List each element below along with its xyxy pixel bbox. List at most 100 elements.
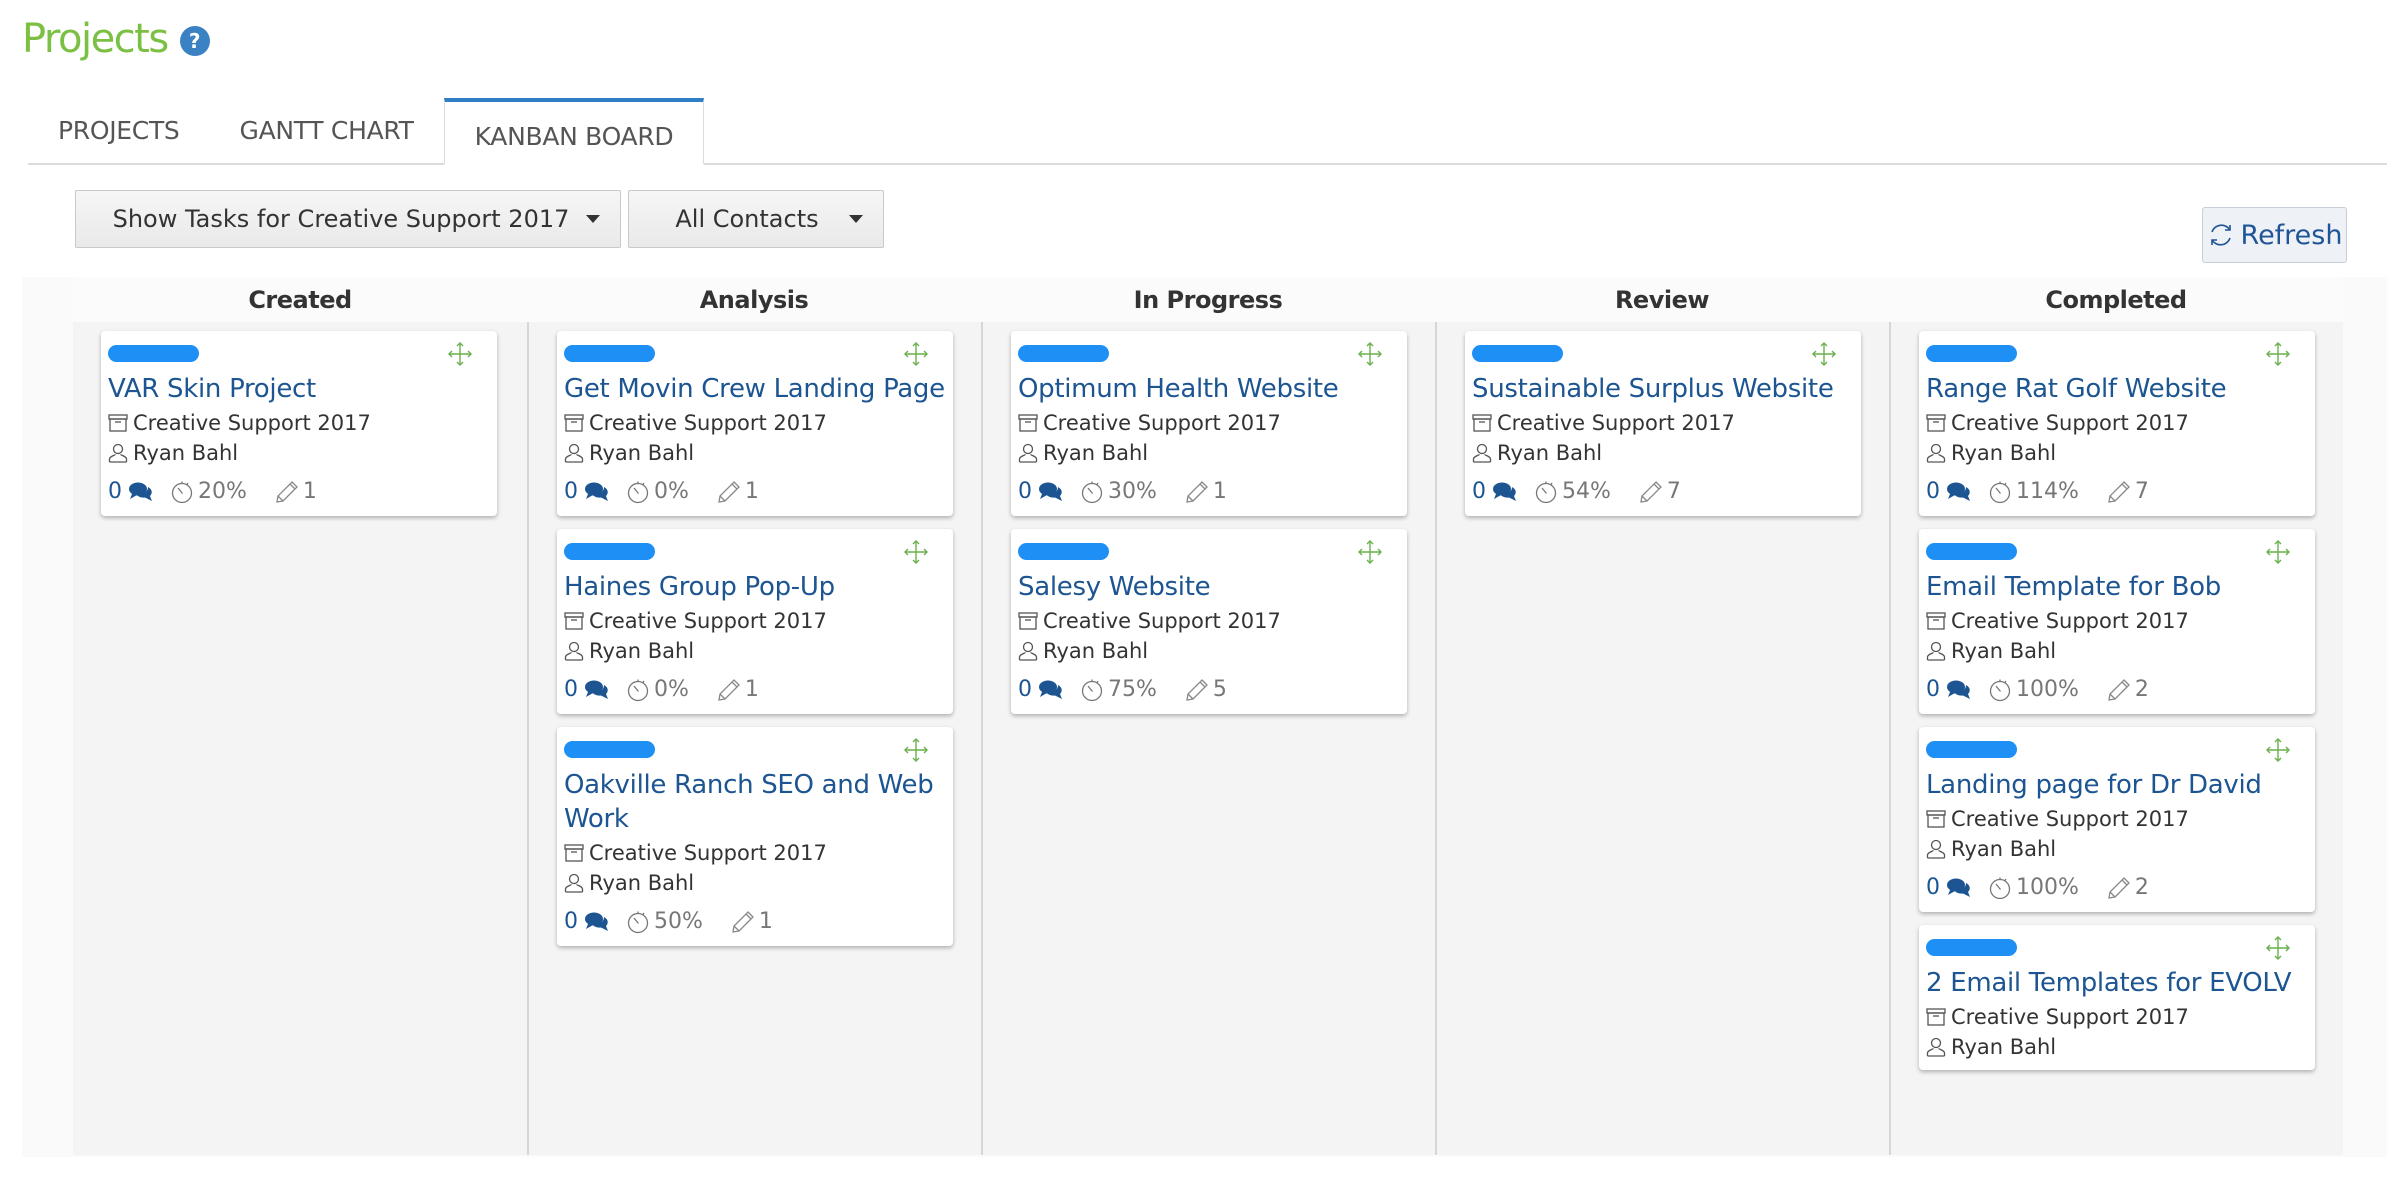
move-icon[interactable] (903, 737, 929, 763)
archive-box-icon (564, 414, 584, 432)
card-title-link[interactable]: Oakville Ranch SEO and Web Work (564, 768, 946, 836)
card-owner-name: Ryan Bahl (1951, 441, 2057, 465)
card-color-bar (108, 345, 199, 362)
stopwatch-icon (171, 481, 193, 504)
task-card[interactable]: Range Rat Golf Website Creative Support … (1919, 331, 2315, 516)
kanban-column-completed: Completed Range Rat Golf Website Creativ… (1889, 277, 2343, 1155)
task-card[interactable]: Landing page for Dr David Creative Suppo… (1919, 727, 2315, 912)
card-project-name: Creative Support 2017 (133, 411, 371, 435)
user-icon (564, 641, 584, 661)
card-title-link[interactable]: Get Movin Crew Landing Page (564, 372, 946, 406)
card-project: Creative Support 2017 (564, 410, 946, 436)
card-owner-name: Ryan Bahl (1951, 639, 2057, 663)
move-icon[interactable] (2265, 737, 2291, 763)
comments-link[interactable]: 0 (564, 908, 610, 936)
task-card[interactable]: 2 Email Templates for EVOLV Creative Sup… (1919, 925, 2315, 1070)
task-card[interactable]: Sustainable Surplus Website Creative Sup… (1465, 331, 1861, 516)
task-card[interactable]: Get Movin Crew Landing Page Creative Sup… (557, 331, 953, 516)
card-owner-name: Ryan Bahl (1043, 441, 1149, 465)
contacts-filter-dropdown[interactable]: All Contacts (628, 190, 884, 248)
card-title-link[interactable]: 2 Email Templates for EVOLV (1926, 966, 2308, 1000)
task-card[interactable]: Email Template for Bob Creative Support … (1919, 529, 2315, 714)
progress-percent: 0% (654, 677, 689, 702)
comments-link[interactable]: 0 (1926, 478, 1972, 506)
comments-icon (1039, 680, 1062, 699)
progress-percent: 20% (198, 479, 247, 504)
progress-stat: 100% (1988, 874, 2079, 902)
card-project: Creative Support 2017 (564, 608, 946, 634)
card-project: Creative Support 2017 (1926, 1004, 2308, 1030)
card-color-bar (1926, 543, 2017, 560)
card-title-link[interactable]: Salesy Website (1018, 570, 1400, 604)
task-card[interactable]: Haines Group Pop-Up Creative Support 201… (557, 529, 953, 714)
refresh-label: Refresh (2240, 219, 2343, 251)
task-card[interactable]: Salesy Website Creative Support 2017 Rya… (1011, 529, 1407, 714)
card-color-bar (1018, 543, 1109, 560)
move-icon[interactable] (1357, 341, 1383, 367)
progress-stat: 0% (626, 676, 689, 704)
move-icon[interactable] (2265, 539, 2291, 565)
card-owner-name: Ryan Bahl (1043, 639, 1149, 663)
card-title-link[interactable]: Optimum Health Website (1018, 372, 1400, 406)
comments-link[interactable]: 0 (1472, 478, 1518, 506)
tab-gantt-chart[interactable]: GANTT CHART (210, 98, 444, 163)
question-circle-icon[interactable]: ? (179, 26, 210, 56)
move-icon[interactable] (2265, 935, 2291, 961)
card-project-name: Creative Support 2017 (1951, 609, 2189, 633)
progress-stat: 54% (1534, 478, 1611, 506)
task-card[interactable]: Oakville Ranch SEO and Web Work Creative… (557, 727, 953, 946)
pencil-icon (2108, 877, 2130, 899)
task-card[interactable]: VAR Skin Project Creative Support 2017 R… (101, 331, 497, 516)
tab-kanban-board[interactable]: KANBAN BOARD (443, 98, 705, 165)
card-project-name: Creative Support 2017 (1951, 807, 2189, 831)
task-card[interactable]: Optimum Health Website Creative Support … (1011, 331, 1407, 516)
card-footer: 0 0% 1 (564, 676, 946, 704)
tab-projects[interactable]: PROJECTS (28, 98, 210, 163)
comments-link[interactable]: 0 (1926, 874, 1972, 902)
comments-link[interactable]: 0 (1018, 478, 1064, 506)
archive-box-icon (1926, 414, 1946, 432)
comments-icon (1493, 482, 1516, 501)
progress-stat: 30% (1080, 478, 1157, 506)
comments-link[interactable]: 0 (564, 676, 610, 704)
stopwatch-icon (627, 679, 649, 702)
move-icon[interactable] (447, 341, 473, 367)
card-title-link[interactable]: Haines Group Pop-Up (564, 570, 946, 604)
comments-link[interactable]: 0 (1926, 676, 1972, 704)
card-owner: Ryan Bahl (564, 870, 946, 896)
user-icon (564, 873, 584, 893)
pencil-icon (732, 911, 754, 933)
comment-count: 0 (108, 479, 122, 504)
card-color-bar (1018, 345, 1109, 362)
comments-link[interactable]: 0 (108, 478, 154, 506)
progress-stat: 114% (1988, 478, 2079, 506)
card-owner: Ryan Bahl (1926, 638, 2308, 664)
card-title-link[interactable]: Sustainable Surplus Website (1472, 372, 1854, 406)
comments-link[interactable]: 0 (564, 478, 610, 506)
refresh-icon (2210, 224, 2231, 246)
card-title-link[interactable]: Range Rat Golf Website (1926, 372, 2308, 406)
comment-count: 0 (1926, 875, 1940, 900)
card-project: Creative Support 2017 (1018, 410, 1400, 436)
comment-count: 0 (564, 909, 578, 934)
move-icon[interactable] (1357, 539, 1383, 565)
move-icon[interactable] (2265, 341, 2291, 367)
card-title-link[interactable]: Landing page for Dr David (1926, 768, 2308, 802)
card-footer: 0 54% 7 (1472, 478, 1854, 506)
archive-box-icon (564, 612, 584, 630)
card-footer: 0 100% 2 (1926, 874, 2308, 902)
move-icon[interactable] (903, 539, 929, 565)
card-title-link[interactable]: VAR Skin Project (108, 372, 490, 406)
project-filter-dropdown[interactable]: Show Tasks for Creative Support 2017 (75, 190, 621, 248)
card-title-link[interactable]: Email Template for Bob (1926, 570, 2308, 604)
stopwatch-icon (1081, 481, 1103, 504)
comment-count: 0 (1926, 677, 1940, 702)
progress-percent: 0% (654, 479, 689, 504)
refresh-button[interactable]: Refresh (2202, 207, 2347, 263)
move-icon[interactable] (903, 341, 929, 367)
card-owner-name: Ryan Bahl (1497, 441, 1603, 465)
archive-box-icon (1926, 612, 1946, 630)
project-filter-label: Show Tasks for Creative Support 2017 (112, 205, 570, 233)
comments-link[interactable]: 0 (1018, 676, 1064, 704)
move-icon[interactable] (1811, 341, 1837, 367)
